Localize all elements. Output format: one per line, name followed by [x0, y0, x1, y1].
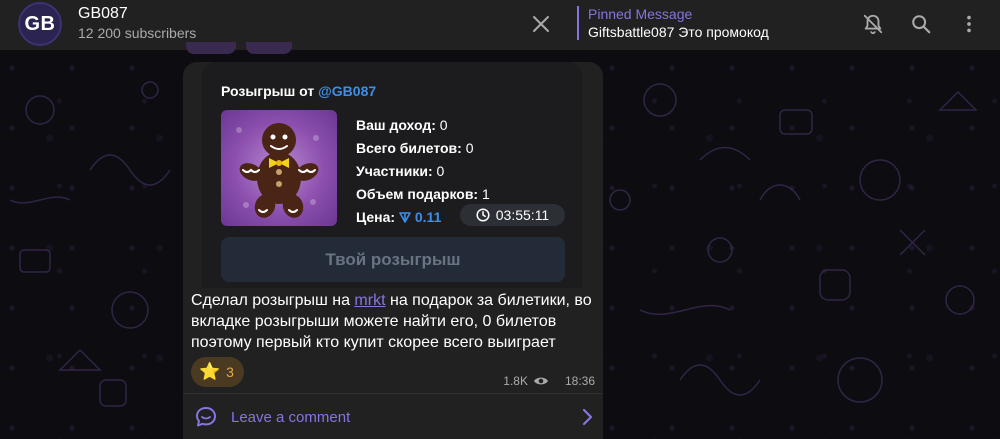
star-reaction[interactable]: ⭐ 3	[191, 357, 244, 387]
message-meta: 1.8K 18:36	[503, 374, 595, 388]
leave-comment-label: Leave a comment	[231, 409, 351, 426]
message-bubble: Розыгрыш от @GB087 Ваш доход: 0 Всего би…	[183, 62, 603, 439]
subscriber-count: 12 200 subscribers	[78, 25, 197, 41]
close-pinned-button[interactable]	[530, 13, 552, 35]
ton-icon	[399, 212, 411, 223]
pinned-message-title: Pinned Message	[588, 6, 693, 22]
pinned-message-text: Giftsbattle087 Это промокод	[588, 24, 769, 40]
your-giveaway-button[interactable]: Твой розыгрыш	[221, 237, 565, 282]
tickets-value: 0	[461, 140, 474, 156]
timer-value: 03:55:11	[495, 207, 550, 223]
message-text: Сделал розыгрыш на mrkt на подарок за би…	[191, 290, 595, 353]
bell-off-icon	[863, 14, 883, 35]
search-icon	[912, 15, 931, 34]
pinned-message[interactable]: Pinned Message Giftsbattle087 Это промок…	[577, 6, 769, 40]
tickets-row: Всего билетов: 0	[356, 137, 490, 160]
channel-title[interactable]: GB087	[78, 5, 128, 23]
price-label: Цена:	[356, 209, 396, 225]
mute-button[interactable]	[861, 12, 885, 36]
leave-comment-button[interactable]: Leave a comment	[183, 394, 603, 439]
giveaway-title-prefix: Розыгрыш от	[221, 83, 319, 99]
giveaway-title: Розыгрыш от @GB087	[221, 83, 376, 99]
more-vertical-icon	[967, 15, 971, 33]
participants-row: Участники: 0	[356, 160, 490, 183]
gift-image	[221, 110, 337, 226]
gifts-volume-row: Объем подарков: 1	[356, 183, 490, 206]
eye-icon	[533, 377, 548, 385]
mrkt-link[interactable]: mrkt	[354, 292, 385, 309]
comment-icon	[196, 407, 216, 427]
more-menu-button[interactable]	[957, 12, 981, 36]
message-text-before: Сделал розыгрыш на	[191, 292, 355, 309]
countdown-timer: 03:55:11	[460, 204, 565, 226]
price-value: 0.11	[414, 209, 442, 225]
gifts-volume-value: 1	[478, 186, 490, 202]
participants-label: Участники:	[356, 163, 433, 179]
giveaway-card[interactable]: Розыгрыш от @GB087 Ваш доход: 0 Всего би…	[202, 62, 582, 288]
income-value: 0	[435, 117, 448, 133]
search-button[interactable]	[909, 12, 933, 36]
clock-icon	[476, 208, 490, 222]
reaction-count: 3	[226, 364, 234, 380]
previous-reaction-2[interactable]	[246, 42, 292, 54]
participants-value: 0	[432, 163, 445, 179]
tickets-label: Всего билетов:	[356, 140, 462, 156]
income-label: Ваш доход:	[356, 117, 436, 133]
giveaway-author-mention[interactable]: @GB087	[318, 83, 376, 99]
previous-reaction-1[interactable]	[186, 42, 236, 54]
gifts-volume-label: Объем подарков:	[356, 186, 479, 202]
message-time: 18:36	[564, 374, 595, 388]
gingerbread-man-icon	[236, 123, 319, 218]
star-icon: ⭐	[199, 362, 221, 381]
view-count: 1.8K	[503, 374, 528, 388]
channel-avatar[interactable]: GB	[18, 2, 62, 46]
close-icon	[533, 16, 549, 32]
income-row: Ваш доход: 0	[356, 114, 490, 137]
chevron-right-icon	[582, 408, 593, 426]
chat-header: GB GB087 12 200 subscribers Pinned Messa…	[0, 0, 1000, 50]
